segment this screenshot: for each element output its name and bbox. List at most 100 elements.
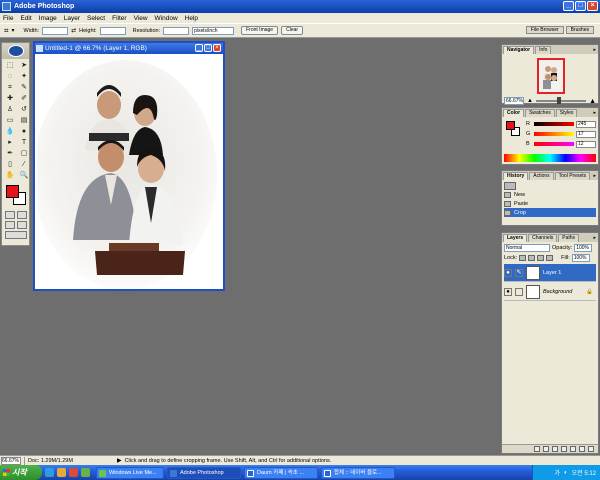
green-channel-slider[interactable]	[534, 132, 574, 136]
chevron-down-icon[interactable]: ▾	[12, 27, 15, 34]
notes-tool-icon[interactable]: ▯	[4, 160, 16, 170]
layer-link-icon[interactable]	[515, 287, 523, 296]
hand-tool-icon[interactable]: ✋	[4, 171, 16, 181]
navigator-zoom-slider[interactable]	[535, 97, 587, 104]
tab-swatches[interactable]: Swatches	[525, 109, 555, 117]
screen-mode-standard-button[interactable]	[5, 221, 15, 229]
ime-indicator[interactable]: 가	[554, 468, 560, 477]
magic-wand-tool-icon[interactable]: ✦	[18, 72, 30, 82]
zoom-out-icon[interactable]: ▲	[527, 98, 533, 104]
trash-icon[interactable]	[588, 446, 594, 452]
opacity-field[interactable]: 100%	[574, 244, 593, 252]
marquee-tool-icon[interactable]: ⬚	[4, 61, 16, 71]
document-title-bar[interactable]: Untitled-1 @ 66.7% (Layer 1, RGB) _ □ ×	[35, 43, 223, 54]
toolbox-header[interactable]	[2, 43, 29, 59]
well-tab-file-browser[interactable]: File Browser	[525, 26, 564, 34]
new-layer-icon[interactable]	[579, 446, 585, 452]
menu-help[interactable]: Help	[185, 15, 198, 22]
menu-select[interactable]: Select	[87, 15, 105, 22]
lock-position-icon[interactable]	[537, 255, 545, 261]
brush-tool-icon[interactable]: ✐	[18, 94, 30, 104]
crop-tool-icon[interactable]: ⌗	[4, 83, 16, 93]
taskbar-button-windows-live[interactable]: Windows Live Me...	[96, 466, 164, 479]
height-input[interactable]	[99, 26, 126, 35]
color-fg-swatch[interactable]	[506, 121, 515, 130]
type-tool-icon[interactable]: T	[18, 138, 30, 148]
lock-transparency-icon[interactable]	[519, 255, 527, 261]
shape-tool-icon[interactable]: ▢	[18, 149, 30, 159]
screen-mode-full-button[interactable]	[17, 221, 27, 229]
history-item[interactable]: Crop	[504, 208, 596, 217]
layer-mask-icon[interactable]	[552, 446, 558, 452]
history-item[interactable]: Paste	[504, 199, 596, 208]
zoom-tool-icon[interactable]: 🔍	[18, 171, 30, 181]
standard-mode-button[interactable]	[5, 211, 15, 219]
document-size-info[interactable]: Doc: 1.29M/1.29M	[28, 458, 73, 464]
outlook-icon[interactable]	[57, 468, 66, 477]
tray-icon[interactable]: ◐	[564, 470, 568, 476]
lasso-tool-icon[interactable]: ◌	[4, 72, 16, 82]
media-player-icon[interactable]	[69, 468, 78, 477]
color-spectrum-bar[interactable]	[504, 154, 596, 162]
quick-launch-icon[interactable]	[81, 468, 90, 477]
tab-history[interactable]: History	[503, 172, 529, 180]
history-item[interactable]: New	[504, 190, 596, 199]
minimize-button[interactable]: _	[563, 1, 574, 11]
layer-visibility-eye-icon[interactable]: ●	[504, 268, 512, 277]
dodge-tool-icon[interactable]: ●	[18, 127, 30, 137]
foreground-color-swatch[interactable]	[6, 185, 19, 198]
green-channel-value[interactable]: 17	[576, 130, 596, 138]
close-button[interactable]: ×	[587, 1, 598, 11]
jump-to-imageready-button[interactable]	[5, 231, 27, 239]
layer-row[interactable]: ● ✎ Layer 1	[504, 264, 596, 282]
link-layers-icon[interactable]	[534, 446, 540, 452]
tab-layers[interactable]: Layers	[503, 234, 528, 242]
tab-info[interactable]: Info	[535, 46, 552, 54]
blue-channel-value[interactable]: 12	[576, 140, 596, 148]
eraser-tool-icon[interactable]: ▭	[4, 116, 16, 126]
tab-paths[interactable]: Paths	[558, 234, 580, 242]
clear-button[interactable]: Clear	[281, 26, 304, 35]
palette-menu-icon[interactable]: ▸	[593, 110, 596, 116]
taskbar-button-photoshop[interactable]: Adobe Photoshop	[167, 466, 241, 479]
resolution-unit-select[interactable]: pixels/inch	[192, 26, 235, 35]
width-input[interactable]	[42, 26, 69, 35]
healing-brush-tool-icon[interactable]: ✚	[4, 94, 16, 104]
tab-tool-presets[interactable]: Tool Presets	[554, 172, 591, 180]
front-image-button[interactable]: Front Image	[241, 26, 279, 35]
eyedropper-tool-icon[interactable]: ⁄	[18, 160, 30, 170]
menu-file[interactable]: File	[3, 15, 13, 22]
layer-style-icon[interactable]	[543, 446, 549, 452]
doc-maximize-button[interactable]: □	[204, 44, 212, 52]
menu-filter[interactable]: Filter	[112, 15, 126, 22]
lock-all-icon[interactable]	[546, 255, 554, 261]
lock-image-icon[interactable]	[528, 255, 536, 261]
clock[interactable]: 오전 5:12	[572, 468, 596, 477]
quick-mask-mode-button[interactable]	[17, 211, 27, 219]
move-tool-icon[interactable]: ➤	[18, 61, 30, 71]
internet-explorer-icon[interactable]	[45, 468, 54, 477]
blur-tool-icon[interactable]: 💧	[4, 127, 16, 137]
layer-row[interactable]: ● Background 🔒	[504, 283, 596, 301]
tab-navigator[interactable]: Navigator	[503, 46, 535, 54]
layer-visibility-eye-icon[interactable]: ●	[504, 287, 512, 296]
tab-color[interactable]: Color	[503, 109, 525, 117]
pen-tool-icon[interactable]: ✒	[4, 149, 16, 159]
document-canvas[interactable]	[37, 55, 223, 289]
palette-menu-icon[interactable]: ▸	[593, 47, 596, 53]
tab-channels[interactable]: Channels	[528, 234, 558, 242]
fill-field[interactable]: 100%	[571, 254, 590, 262]
swap-dimensions-icon[interactable]: ⇄	[71, 27, 76, 34]
well-tab-brushes[interactable]: Brushes	[565, 26, 594, 34]
history-brush-tool-icon[interactable]: ↺	[18, 105, 30, 115]
doc-minimize-button[interactable]: _	[195, 44, 203, 52]
gradient-tool-icon[interactable]: ▤	[18, 116, 30, 126]
status-zoom-field[interactable]: 66.67%	[1, 456, 21, 465]
zoom-in-icon[interactable]: ▲	[589, 98, 596, 105]
navigator-zoom-field[interactable]: 66.67%	[504, 97, 524, 105]
path-selection-tool-icon[interactable]: ▸	[4, 138, 16, 148]
blue-channel-slider[interactable]	[534, 142, 574, 146]
blend-mode-select[interactable]: Normal	[504, 244, 550, 252]
navigator-view-box[interactable]	[537, 58, 565, 94]
palette-menu-icon[interactable]: ▸	[593, 173, 596, 179]
